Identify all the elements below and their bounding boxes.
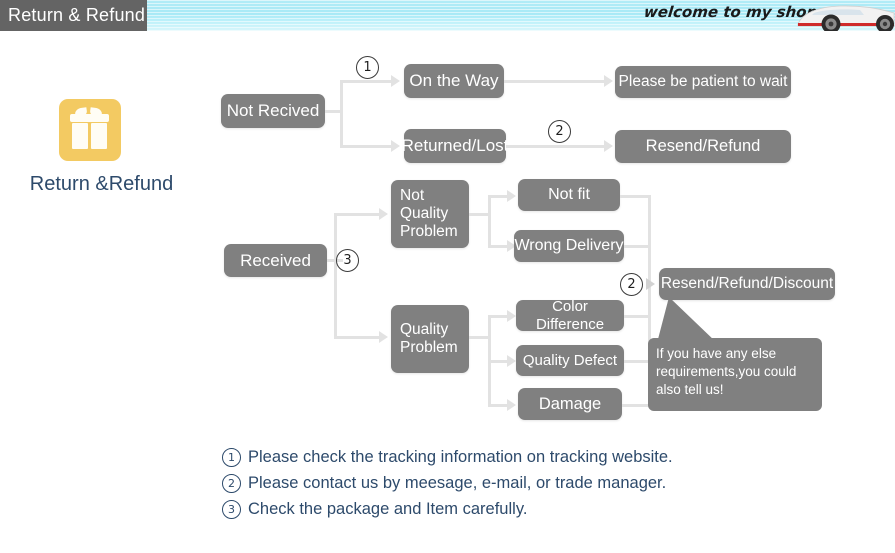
- legend-item: 1 Please check the tracking information …: [222, 448, 782, 467]
- quality-problem-line-2: Problem: [400, 339, 458, 356]
- legend-number: 2: [222, 474, 241, 493]
- connector-on-the-way-to-wait: [504, 80, 606, 83]
- arrow-to-not-fit: [507, 190, 516, 202]
- node-wrong-delivery: Wrong Delivery: [514, 230, 624, 262]
- arrow-to-resend-refund-discount: [646, 278, 655, 290]
- legend-text: Check the package and Item carefully.: [248, 500, 528, 518]
- legend-text: Please check the tracking information on…: [248, 448, 673, 466]
- legend-item: 3 Check the package and Item carefully.: [222, 500, 782, 519]
- speech-bubble-tail: [657, 297, 717, 343]
- page-title: Return & Refund: [0, 0, 147, 31]
- connector-to-returned-lost: [340, 145, 396, 148]
- bubble-line-1: If you have any else: [656, 346, 777, 361]
- page-header: Return & Refund welcome to my shop: [0, 0, 895, 31]
- arrow-to-quality-problem: [379, 331, 388, 343]
- arrow-to-on-the-way: [391, 75, 400, 87]
- legend-item: 2 Please contact us by meesage, e-mail, …: [222, 474, 782, 493]
- connector-to-quality-problem: [334, 336, 384, 339]
- node-returned-lost: Returned/Lost: [402, 129, 508, 163]
- marker-three-received: 3: [336, 249, 359, 272]
- not-quality-line-1: Not: [400, 187, 425, 205]
- bubble-line-2: requirements,you could: [656, 364, 797, 380]
- arrow-to-not-quality-problem: [379, 208, 388, 220]
- connector-not-quality-riser: [488, 195, 491, 247]
- gift-left-half: [72, 123, 88, 149]
- gift-right-half: [91, 123, 107, 149]
- merge-stub-damage: [622, 404, 650, 407]
- arrow-to-please-wait: [604, 75, 613, 87]
- speech-bubble: If you have any else requirements,you co…: [648, 338, 822, 411]
- merge-stub-quality-defect: [624, 360, 650, 363]
- not-quality-line-2: Quality: [400, 205, 449, 223]
- connector-not-received-riser: [340, 80, 343, 147]
- arrow-to-color-difference: [507, 310, 516, 322]
- marker-two-top: 2: [548, 120, 571, 143]
- node-not-quality-problem: Not Quality Problem: [391, 180, 469, 248]
- bubble-line-3: also tell us!: [656, 382, 724, 398]
- gift-box-icon: [59, 99, 121, 161]
- legend-text: Please contact us by meesage, e-mail, or…: [248, 474, 667, 492]
- not-quality-line-3: Problem: [400, 222, 458, 240]
- node-color-difference: Color Difference: [516, 298, 624, 333]
- merge-stub-not-fit: [620, 195, 650, 198]
- node-received: Received: [224, 244, 327, 277]
- marker-one-top: 1: [356, 56, 379, 79]
- node-resend-refund-discount: Resend/Refund/Discount: [659, 268, 835, 300]
- arrow-to-quality-defect: [507, 355, 516, 367]
- node-not-fit: Not fit: [518, 179, 620, 211]
- legend: 1 Please check the tracking information …: [222, 448, 782, 526]
- connector-received-riser: [334, 213, 337, 339]
- quality-problem-line-1: Quality: [400, 321, 449, 339]
- node-not-received: Not Recived: [221, 94, 325, 128]
- merge-stub-color-difference: [624, 315, 650, 318]
- node-damage: Damage: [518, 388, 622, 420]
- legend-number: 3: [222, 500, 241, 519]
- badge-label: Return &Refund: [29, 173, 174, 195]
- node-quality-defect: Quality Defect: [516, 345, 624, 376]
- connector-to-on-the-way: [340, 80, 396, 83]
- connector-returned-lost-to-resend: [506, 145, 606, 148]
- sports-car-icon: [790, 2, 895, 31]
- legend-number: 1: [222, 448, 241, 467]
- arrow-to-damage: [507, 399, 516, 411]
- arrow-to-returned-lost: [391, 140, 400, 152]
- arrow-to-resend-refund: [604, 140, 613, 152]
- node-on-the-way: On the Way: [404, 64, 504, 98]
- connector-to-not-quality: [334, 213, 384, 216]
- merge-stub-wrong-delivery: [624, 245, 650, 248]
- marker-two-discount: 2: [620, 273, 643, 296]
- node-resend-refund: Resend/Refund: [615, 130, 791, 163]
- node-please-be-patient: Please be patient to wait: [615, 66, 791, 98]
- node-quality-problem: Quality Problem: [391, 305, 469, 373]
